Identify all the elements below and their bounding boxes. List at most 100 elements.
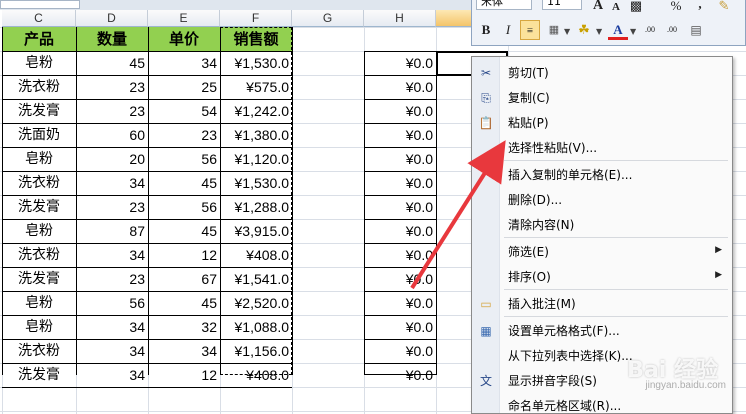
grow-font-button[interactable]: A <box>588 0 608 16</box>
menu-item-8[interactable]: 排序(O) ▶ <box>472 265 732 289</box>
sales-cell[interactable]: ¥2,520.0 <box>220 291 292 315</box>
name-box[interactable] <box>0 0 80 9</box>
sales-cell[interactable]: ¥575.0 <box>220 75 292 99</box>
column-header-e[interactable]: E <box>148 10 220 27</box>
result-cell[interactable]: ¥0.0 <box>364 147 436 171</box>
price-cell[interactable]: 56 <box>148 147 220 171</box>
menu-item-9[interactable]: ▭ 插入批注(M) <box>472 292 732 316</box>
column-header-f[interactable]: F <box>220 10 292 27</box>
result-cell[interactable]: ¥0.0 <box>364 315 436 339</box>
menu-item-2[interactable]: 📋 粘贴(P) <box>472 111 732 135</box>
qty-cell[interactable]: 23 <box>76 75 148 99</box>
menu-item-4[interactable]: 插入复制的单元格(E)... <box>472 163 732 187</box>
header-cell[interactable]: 销售额 <box>220 27 292 51</box>
header-cell[interactable]: 单价 <box>148 27 220 51</box>
qty-cell[interactable]: 34 <box>76 315 148 339</box>
menu-item-6[interactable]: 清除内容(N) <box>472 213 732 237</box>
font-name-select[interactable]: 宋体 <box>476 0 532 10</box>
sales-cell[interactable]: ¥408.0 <box>220 243 292 267</box>
menu-item-0[interactable]: ✂ 剪切(T) <box>472 61 732 85</box>
column-header-d[interactable]: D <box>76 10 148 27</box>
sales-cell[interactable]: ¥1,530.0 <box>220 171 292 195</box>
result-cell[interactable]: ¥0.0 <box>364 291 436 315</box>
header-cell[interactable]: 数量 <box>76 27 148 51</box>
price-cell[interactable]: 23 <box>148 123 220 147</box>
menu-item-7[interactable]: 筛选(E) ▶ <box>472 240 732 264</box>
menu-item-10[interactable]: ▦ 设置单元格格式(F)... <box>472 319 732 343</box>
sales-cell[interactable]: ¥1,156.0 <box>220 339 292 363</box>
format-painter-icon[interactable]: ✎ <box>714 0 734 16</box>
fill-color-icon[interactable]: ☘ <box>574 20 594 40</box>
price-cell[interactable]: 12 <box>148 243 220 267</box>
sales-cell[interactable]: ¥1,120.0 <box>220 147 292 171</box>
result-cell[interactable]: ¥0.0 <box>364 243 436 267</box>
sales-cell[interactable]: ¥1,380.0 <box>220 123 292 147</box>
price-cell[interactable]: 45 <box>148 291 220 315</box>
product-cell[interactable]: 洗发膏 <box>2 99 76 123</box>
result-cell[interactable]: ¥0.0 <box>364 171 436 195</box>
price-cell[interactable]: 32 <box>148 315 220 339</box>
price-cell[interactable]: 25 <box>148 75 220 99</box>
result-cell[interactable]: ¥0.0 <box>364 123 436 147</box>
comma-button[interactable]: , <box>690 0 710 14</box>
price-cell[interactable]: 12 <box>148 363 220 387</box>
column-header-c[interactable]: C <box>2 10 76 27</box>
borders-icon[interactable]: ▦ <box>544 20 564 40</box>
qty-cell[interactable]: 34 <box>76 243 148 267</box>
qty-cell[interactable]: 23 <box>76 267 148 291</box>
price-cell[interactable]: 45 <box>148 171 220 195</box>
align-center-icon[interactable]: ≡ <box>520 20 540 40</box>
percent-button[interactable]: % <box>666 0 686 16</box>
sales-cell[interactable]: ¥1,242.0 <box>220 99 292 123</box>
product-cell[interactable]: 洗发膏 <box>2 195 76 219</box>
menu-item-5[interactable]: 删除(D)... <box>472 188 732 212</box>
fill-color-dropdown-icon[interactable]: ▼ <box>596 27 602 36</box>
qty-cell[interactable]: 87 <box>76 219 148 243</box>
product-cell[interactable]: 洗面奶 <box>2 123 76 147</box>
product-cell[interactable]: 洗发膏 <box>2 267 76 291</box>
header-cell[interactable]: 产品 <box>2 27 76 51</box>
font-color-dropdown-icon[interactable]: ▼ <box>630 27 636 36</box>
accounting-format-icon[interactable]: ▩ <box>626 0 646 16</box>
result-cell[interactable]: ¥0.0 <box>364 99 436 123</box>
qty-cell[interactable]: 34 <box>76 171 148 195</box>
column-header-g[interactable]: G <box>292 10 364 27</box>
qty-cell[interactable]: 45 <box>76 51 148 75</box>
shrink-font-button[interactable]: A <box>606 0 626 17</box>
price-cell[interactable]: 45 <box>148 219 220 243</box>
product-cell[interactable]: 洗衣粉 <box>2 171 76 195</box>
merge-center-icon[interactable]: ▤ <box>686 20 706 40</box>
qty-cell[interactable]: 23 <box>76 195 148 219</box>
price-cell[interactable]: 67 <box>148 267 220 291</box>
sales-cell[interactable]: ¥1,288.0 <box>220 195 292 219</box>
product-cell[interactable]: 皂粉 <box>2 51 76 75</box>
menu-item-1[interactable]: ⎘ 复制(C) <box>472 86 732 110</box>
product-cell[interactable]: 洗衣粉 <box>2 339 76 363</box>
price-cell[interactable]: 56 <box>148 195 220 219</box>
font-color-icon[interactable]: A <box>608 20 628 40</box>
result-cell[interactable]: ¥0.0 <box>364 195 436 219</box>
sales-cell[interactable]: ¥408.0 <box>220 363 292 387</box>
product-cell[interactable]: 洗衣粉 <box>2 243 76 267</box>
product-cell[interactable]: 洗发膏 <box>2 363 76 387</box>
bold-button[interactable]: B <box>476 20 496 40</box>
borders-dropdown-icon[interactable]: ▼ <box>564 27 570 36</box>
result-cell[interactable]: ¥0.0 <box>364 363 436 387</box>
price-cell[interactable]: 34 <box>148 339 220 363</box>
sales-cell[interactable]: ¥1,530.0 <box>220 51 292 75</box>
qty-cell[interactable]: 56 <box>76 291 148 315</box>
sales-cell[interactable]: ¥1,541.0 <box>220 267 292 291</box>
result-cell[interactable]: ¥0.0 <box>364 51 436 75</box>
sales-cell[interactable]: ¥1,088.0 <box>220 315 292 339</box>
qty-cell[interactable]: 34 <box>76 339 148 363</box>
price-cell[interactable]: 54 <box>148 99 220 123</box>
qty-cell[interactable]: 34 <box>76 363 148 387</box>
product-cell[interactable]: 皂粉 <box>2 315 76 339</box>
product-cell[interactable]: 皂粉 <box>2 219 76 243</box>
product-cell[interactable]: 皂粉 <box>2 147 76 171</box>
menu-item-13[interactable]: 命名单元格区域(R)... <box>472 394 732 414</box>
price-cell[interactable]: 34 <box>148 51 220 75</box>
qty-cell[interactable]: 23 <box>76 99 148 123</box>
result-cell[interactable]: ¥0.0 <box>364 219 436 243</box>
column-header-h[interactable]: H <box>364 10 436 27</box>
